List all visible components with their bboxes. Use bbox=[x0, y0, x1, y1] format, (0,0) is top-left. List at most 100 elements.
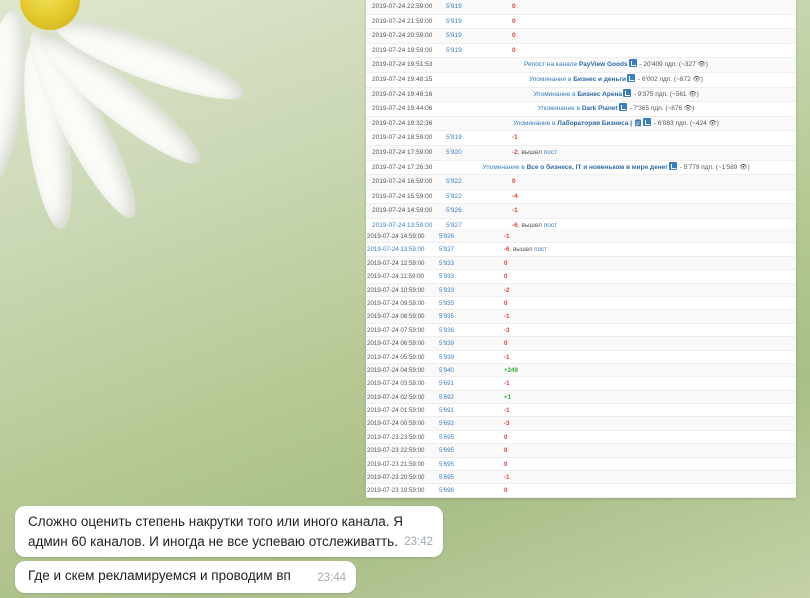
table-row: 2019-07-24 18:59:00 5'919 -1 bbox=[366, 131, 796, 146]
channel-link[interactable]: Бизнес и деньги bbox=[573, 76, 626, 83]
row-timestamp: 2019-07-24 19:44:06 bbox=[372, 105, 433, 113]
table-row: 2019-07-24 19:48:15 Упоминание в Бизнес и… bbox=[366, 73, 796, 88]
subscriber-count: 5'692 bbox=[439, 420, 454, 428]
table-row: 2019-07-24 14:59:00 5'926 -1 bbox=[366, 230, 796, 244]
table-row: 2019-07-24 02:59:00 5'692 +1 bbox=[366, 390, 796, 405]
row-timestamp: 2019-07-24 12:59:00 bbox=[367, 259, 425, 267]
mention-cell: Упоминание в Бизнес и деньги - 6'002 пдп… bbox=[444, 73, 788, 88]
table-row: 2019-07-24 19:51:53 Репост на канале PayV… bbox=[366, 58, 796, 73]
row-timestamp: 2019-07-24 05:59:00 bbox=[367, 353, 425, 361]
subscriber-delta: 0 bbox=[512, 17, 516, 25]
row-timestamp: 2019-07-24 13:59:00 bbox=[372, 221, 433, 229]
table-row: 2019-07-24 21:59:00 5'919 0 bbox=[366, 15, 796, 30]
table-row: 2019-07-24 08:59:00 5'935 -1 bbox=[366, 310, 796, 324]
channel-link[interactable]: Dark Planet bbox=[582, 105, 618, 112]
subscriber-count: 5'935 bbox=[439, 313, 454, 321]
chart-icon[interactable] bbox=[669, 161, 677, 170]
table-row: 2019-07-24 07:59:00 5'936 -3 bbox=[366, 324, 796, 338]
row-timestamp: 2019-07-24 18:59:00 bbox=[372, 134, 433, 142]
chart-icon[interactable] bbox=[628, 59, 637, 68]
subscriber-delta: 0 bbox=[504, 299, 508, 307]
table-row: 2019-07-23 19:59:00 5'696 0 bbox=[366, 484, 796, 498]
channel-link[interactable]: PayView Goods bbox=[579, 61, 628, 68]
stats-table-top: 2019-07-24 22:59:00 5'919 0 2019-07-24 21:5… bbox=[366, 0, 796, 230]
table-row: 2019-07-23 21:59:00 5'695 0 bbox=[366, 458, 796, 472]
table-row: 2019-07-24 17:26:30 Упоминание в Все о би… bbox=[366, 161, 796, 176]
row-timestamp: 2019-07-24 19:59:00 bbox=[372, 46, 433, 54]
table-row: 2019-07-24 13:59:00 5'927 -6, вышел пост bbox=[366, 219, 796, 230]
subscriber-count: 5'933 bbox=[439, 273, 454, 281]
subscriber-delta: -1 bbox=[512, 207, 518, 215]
row-timestamp: 2019-07-24 04:59:00 bbox=[367, 366, 425, 374]
stats-screenshot-bottom[interactable]: 2019-07-24 14:59:00 5'926 -1 2019-07-24 13:… bbox=[366, 230, 796, 498]
table-row: 2019-07-23 20:59:00 5'695 -1 bbox=[366, 471, 796, 485]
post-link[interactable]: пост bbox=[544, 149, 557, 156]
mention-prefix: Упоминание в bbox=[533, 90, 578, 98]
subscriber-delta: 0 bbox=[512, 46, 516, 54]
subscriber-count: 5'926 bbox=[446, 207, 462, 215]
row-timestamp: 2019-07-24 02:59:00 bbox=[367, 393, 425, 401]
row-note: , вышел bbox=[517, 148, 544, 156]
table-row: 2019-07-24 19:32:36 Упоминание в Лаборато… bbox=[366, 116, 796, 132]
post-link[interactable]: пост bbox=[544, 222, 557, 229]
subscriber-delta: 0 bbox=[504, 460, 508, 468]
row-timestamp: 2019-07-24 16:59:00 bbox=[372, 178, 433, 186]
subscriber-count: 5'936 bbox=[439, 326, 454, 334]
post-link[interactable]: пост bbox=[534, 246, 547, 253]
subscriber-count: 5'691 bbox=[439, 380, 454, 388]
subscriber-delta: 0 bbox=[512, 3, 516, 10]
table-row: 2019-07-24 06:59:00 5'939 0 bbox=[366, 337, 796, 351]
row-timestamp: 2019-07-24 19:48:15 bbox=[372, 75, 433, 83]
mention-stats: - 20'409 пдп. (~327 👁) bbox=[637, 61, 708, 69]
subscriber-delta: -2, вышел пост bbox=[512, 148, 558, 156]
subscriber-delta: -6, вышел пост bbox=[512, 221, 558, 229]
subscriber-count: 5'940 bbox=[439, 366, 454, 374]
subscriber-count: 5'695 bbox=[439, 460, 454, 468]
message-bubble[interactable]: Сложно оценить степень накрутки того или… bbox=[15, 506, 443, 557]
table-row: 2019-07-23 23:59:00 5'695 0 bbox=[366, 431, 796, 445]
mention-stats: - 5'779 пдп. (~1'589 👁) bbox=[678, 163, 750, 171]
channel-link[interactable]: Лаборатория Бизнеса | 🗒 bbox=[557, 120, 642, 127]
row-timestamp: 2019-07-23 23:59:00 bbox=[367, 433, 425, 441]
mention-prefix: Упоминание в bbox=[529, 75, 574, 83]
table-row: 2019-07-24 00:59:00 5'692 -3 bbox=[366, 417, 796, 431]
subscriber-delta: 0 bbox=[504, 433, 508, 441]
channel-link[interactable]: Бизнес Арена bbox=[577, 91, 622, 98]
stats-screenshot-top[interactable]: 2019-07-24 22:59:00 5'919 0 2019-07-24 21:5… bbox=[366, 0, 796, 230]
subscriber-count: 5'933 bbox=[439, 286, 454, 294]
subscriber-count: 5'919 bbox=[446, 3, 462, 10]
row-timestamp: 2019-07-23 21:59:00 bbox=[367, 460, 425, 468]
message-bubble[interactable]: Где и скем рекламируемся и проводим вп 2… bbox=[15, 561, 356, 593]
subscriber-delta: -2 bbox=[504, 286, 510, 294]
row-timestamp: 2019-07-24 14:59:00 bbox=[367, 233, 425, 240]
subscriber-delta: -6, вышел пост bbox=[504, 246, 547, 254]
chart-icon[interactable] bbox=[623, 88, 632, 97]
row-timestamp: 2019-07-24 10:59:00 bbox=[367, 286, 425, 294]
mention-stats: - 7'365 пдп. (~876 👁) bbox=[627, 105, 695, 113]
row-timestamp: 2019-07-24 03:59:00 bbox=[367, 380, 425, 388]
table-row: 2019-07-24 04:59:00 5'940 +249 bbox=[366, 363, 796, 378]
row-timestamp: 2019-07-24 06:59:00 bbox=[367, 340, 425, 348]
subscriber-count: 5'922 bbox=[446, 192, 462, 200]
subscriber-count: 5'695 bbox=[439, 447, 454, 455]
subscriber-count: 5'695 bbox=[439, 474, 454, 482]
subscriber-delta: -1 bbox=[504, 380, 510, 388]
table-row: 2019-07-24 01:59:00 5'691 -1 bbox=[366, 404, 796, 418]
row-timestamp: 2019-07-24 22:59:00 bbox=[372, 3, 433, 10]
chart-icon[interactable] bbox=[627, 73, 636, 82]
chart-icon[interactable] bbox=[643, 117, 652, 126]
channel-link[interactable]: Все о бизнесе, IT и новеньком в мире ден… bbox=[527, 164, 668, 171]
subscriber-delta: -1 bbox=[504, 353, 510, 361]
subscriber-delta: 0 bbox=[504, 273, 508, 281]
table-row: 2019-07-24 20:59:00 5'919 0 bbox=[366, 29, 796, 44]
row-timestamp: 2019-07-24 14:59:00 bbox=[372, 207, 433, 215]
subscriber-delta: 0 bbox=[504, 340, 508, 348]
mention-prefix: Упоминание в bbox=[482, 163, 527, 171]
subscriber-count: 5'939 bbox=[439, 340, 454, 348]
subscriber-delta: -1 bbox=[504, 474, 510, 482]
chart-icon[interactable] bbox=[618, 103, 627, 112]
table-row: 2019-07-24 19:46:16 Упоминание в Бизнес А… bbox=[366, 87, 796, 103]
subscriber-count: 5'919 bbox=[446, 32, 462, 40]
row-timestamp: 2019-07-23 19:59:00 bbox=[367, 487, 425, 495]
table-row: 2019-07-24 17:59:00 5'920 -2, вышел пост bbox=[366, 145, 796, 161]
